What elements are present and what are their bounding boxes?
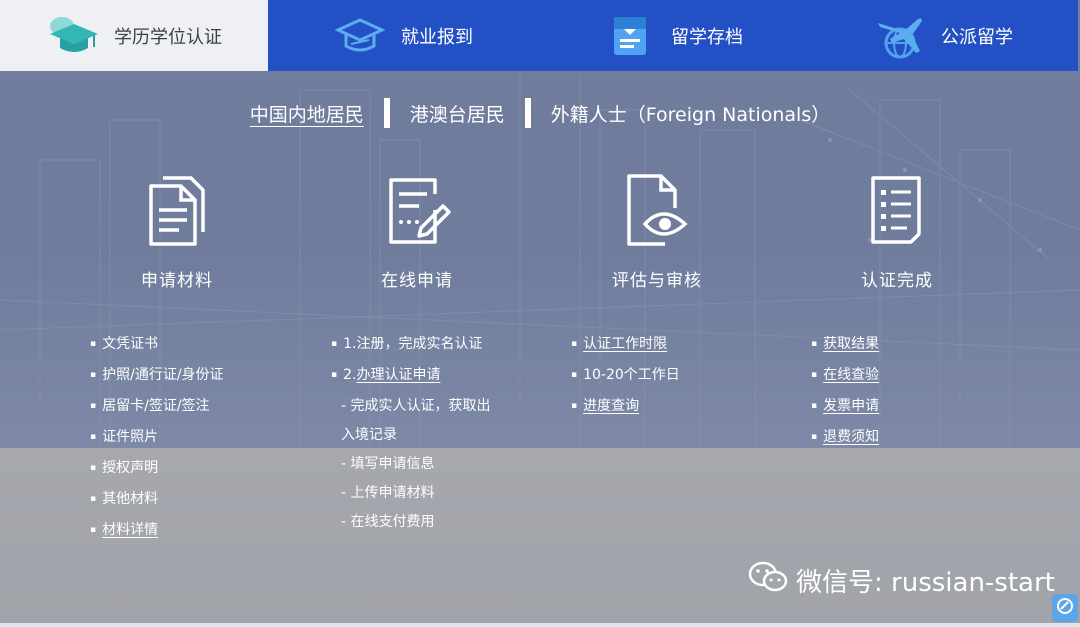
apply-certification-link[interactable]: 办理认证申请: [356, 367, 440, 383]
invoice-request-link[interactable]: 发票申请: [823, 398, 879, 414]
documents-icon: [57, 172, 297, 248]
list-item: 护照/通行证/身份证: [90, 361, 223, 392]
step-certification-complete: 认证完成: [777, 172, 1017, 291]
list-item: 在线查验: [811, 361, 879, 392]
list-subitem: - 填写申请信息: [341, 456, 435, 472]
list-item: 其他材料: [90, 485, 224, 516]
list-item: 证件照片: [90, 423, 224, 454]
graduation-cap-outline-icon: [333, 13, 387, 59]
tab-label: 留学存档: [671, 26, 743, 48]
tab-degree-certification[interactable]: 学历学位认证: [0, 0, 268, 71]
list-item: 认证工作时限: [571, 330, 680, 361]
form-edit-icon: [297, 172, 537, 248]
step-title: 申请材料: [141, 271, 213, 291]
checklist-icon: [777, 172, 1017, 248]
step-online-application: 在线申请: [297, 172, 537, 291]
list-item: 授权声明: [90, 454, 224, 485]
materials-list: 文凭证书 护照/通行证/身份证 居留卡/签证/签注 证件照片 授权声明 其他材料…: [90, 330, 224, 547]
step-evaluation-review: 评估与审核: [537, 172, 777, 291]
list-subitem: - 完成实人认证，获取出: [341, 398, 491, 414]
step-title: 在线申请: [381, 271, 453, 291]
list-item: 进度查询: [571, 392, 680, 423]
online-application-list: 1.注册，完成实名认证 2.办理认证申请 - 完成实人认证，获取出 入境记录 -…: [331, 330, 491, 537]
document-folder-icon: [603, 13, 657, 59]
list-subitem: - 上传申请材料: [341, 485, 435, 501]
list-item-prefix: 2.: [343, 367, 357, 383]
region-foreign-nationals[interactable]: 外籍人士（Foreign Nationals）: [531, 100, 850, 127]
materials-details-item: 材料详情: [90, 516, 224, 547]
list-item: 发票申请: [811, 392, 879, 423]
progress-query-link[interactable]: 进度查询: [583, 398, 639, 414]
processing-time-link[interactable]: 认证工作时限: [583, 336, 667, 352]
materials-details-link[interactable]: 材料详情: [102, 522, 158, 538]
graduation-cap-icon: [46, 13, 100, 59]
list-item: 退费须知: [811, 423, 879, 454]
top-tabs: 学历学位认证 就业报到 留学存档 公派留学: [0, 0, 1080, 71]
tab-label: 学历学位认证: [114, 26, 222, 48]
list-item: 1.注册，完成实名认证: [331, 330, 491, 361]
list-item: 2.办理认证申请: [331, 361, 491, 392]
chat-bubble-icon: [1056, 597, 1074, 619]
tab-label: 公派留学: [941, 26, 1013, 48]
watermark-text: 微信号: russian-start: [796, 567, 1055, 598]
region-mainland[interactable]: 中国内地居民: [230, 100, 384, 127]
airplane-globe-icon: [873, 13, 927, 59]
list-subitem: 入境记录: [341, 427, 397, 443]
tab-public-study-abroad[interactable]: 公派留学: [808, 0, 1078, 71]
list-item: 居留卡/签证/签注: [90, 392, 224, 423]
complete-list: 获取结果 在线查验 发票申请 退费须知: [811, 330, 879, 454]
tab-employment-registration[interactable]: 就业报到: [268, 0, 538, 71]
list-item: 文凭证书: [90, 330, 224, 361]
review-list: 认证工作时限 10-20个工作日 进度查询: [571, 330, 680, 423]
step-application-materials: 申请材料: [57, 172, 297, 291]
get-result-link[interactable]: 获取结果: [823, 336, 879, 352]
step-title: 认证完成: [861, 271, 933, 291]
region-hk-macao-taiwan[interactable]: 港澳台居民: [390, 100, 525, 127]
wechat-icon: [748, 560, 788, 601]
list-item: 10-20个工作日: [571, 361, 680, 392]
tab-label: 就业报到: [401, 26, 473, 48]
wechat-watermark: 微信号: russian-start: [748, 560, 1055, 600]
feedback-button[interactable]: [1052, 594, 1078, 622]
step-title: 评估与审核: [612, 271, 702, 291]
list-item: 获取结果: [811, 330, 879, 361]
online-verify-link[interactable]: 在线查验: [823, 367, 879, 383]
tab-study-archive[interactable]: 留学存档: [538, 0, 808, 71]
document-eye-icon: [537, 172, 777, 248]
region-selector: 中国内地居民 港澳台居民 外籍人士（Foreign Nationals）: [0, 96, 1080, 130]
list-subitem: - 在线支付费用: [341, 514, 435, 530]
refund-notice-link[interactable]: 退费须知: [823, 429, 879, 445]
bottom-strip: [0, 623, 1080, 627]
